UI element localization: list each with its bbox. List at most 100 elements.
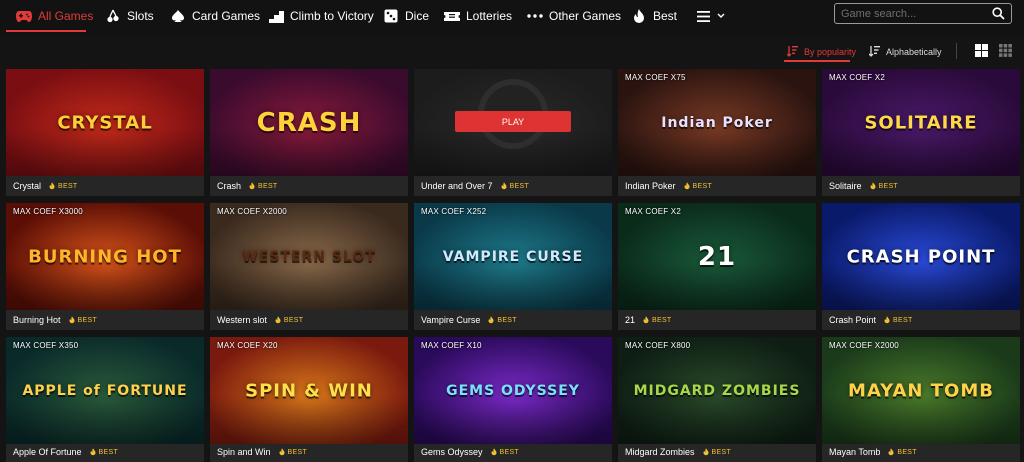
max-coef-label: MAX COEF X2 (625, 207, 681, 216)
game-card[interactable]: APPLE of FORTUNE MAX COEF X350 Apple Of Fo… (6, 337, 204, 462)
game-logo: MAYAN TOMB (848, 380, 994, 401)
max-coef-label: MAX COEF X2 (829, 73, 885, 82)
game-thumbnail[interactable]: MIDGARD ZOMBIES MAX COEF X800 (618, 337, 816, 444)
more-menu-button[interactable] (695, 0, 725, 32)
best-label: BEST (878, 182, 898, 190)
nav-label: Climb to Victory (290, 9, 374, 23)
nav-all-games[interactable]: All Games (16, 0, 93, 32)
game-thumbnail[interactable]: CRASH (210, 69, 408, 176)
game-thumbnail[interactable]: Indian Poker MAX COEF X75 (618, 69, 816, 176)
game-card[interactable]: SOLITAIRE MAX COEF X2 Solitaire BEST (822, 69, 1020, 196)
game-card[interactable]: SPIN & WIN MAX COEF X20 Spin and Win BEST (210, 337, 408, 462)
game-name: Under and Over 7 (421, 181, 493, 191)
nav-label: Dice (405, 9, 430, 23)
nav-best[interactable]: Best (631, 0, 677, 32)
game-caption: Western slot BEST (210, 310, 408, 330)
game-card[interactable]: WESTERN SLOT MAX COEF X2000 Western slot BE… (210, 203, 408, 330)
sort-alphabetically[interactable]: Alphabetically (868, 44, 942, 60)
game-name: Indian Poker (625, 181, 676, 191)
game-card[interactable]: CRASH Crash BEST (210, 69, 408, 196)
game-thumbnail[interactable]: CRASH POINT (822, 203, 1020, 310)
sort-desc-icon (786, 45, 798, 59)
best-badge: BEST (275, 316, 303, 324)
game-card[interactable]: MIDGARD ZOMBIES MAX COEF X800 Midgard Zomb… (618, 337, 816, 462)
best-label: BEST (497, 316, 517, 324)
game-caption: Indian Poker BEST (618, 176, 816, 196)
game-name: 21 (625, 315, 636, 325)
best-label: BEST (509, 182, 530, 190)
max-coef-label: MAX COEF X800 (625, 341, 691, 350)
max-coef-label: MAX COEF X3000 (13, 207, 83, 216)
game-card[interactable]: VAMPIRE CURSE MAX COEF X252 Vampire Curse B… (414, 203, 612, 330)
best-badge: BEST (249, 182, 277, 190)
game-logo: Indian Poker (661, 114, 773, 131)
game-card[interactable]: MAYAN TOMB MAX COEF X2000 Mayan Tomb BEST (822, 337, 1020, 462)
game-thumbnail[interactable]: CRYSTAL (6, 69, 204, 176)
search-icon[interactable] (992, 7, 1005, 20)
game-caption: Crash Point BEST (822, 310, 1020, 330)
game-caption: Burning Hot BEST (6, 310, 204, 330)
game-logo: MIDGARD ZOMBIES (633, 382, 801, 399)
game-thumbnail[interactable]: VAMPIRE CURSE MAX COEF X252 (414, 203, 612, 310)
game-logo: SPIN & WIN (245, 380, 373, 401)
game-card[interactable]: PLAY Under and Over 7 BEST (414, 69, 612, 196)
game-thumbnail[interactable]: MAYAN TOMB MAX COEF X2000 (822, 337, 1020, 444)
game-card[interactable]: Indian Poker MAX COEF X75 Indian Poker BEST (618, 69, 816, 196)
flame-icon (870, 182, 876, 190)
game-logo: SOLITAIRE (864, 112, 978, 133)
game-thumbnail[interactable]: BURNING HOT MAX COEF X3000 (6, 203, 204, 310)
best-label: BEST (287, 448, 308, 456)
best-label: BEST (692, 182, 713, 190)
flame-icon (279, 448, 285, 456)
game-thumbnail[interactable]: SOLITAIRE MAX COEF X2 (822, 69, 1020, 176)
best-label: BEST (652, 316, 672, 324)
dice-icon (383, 8, 399, 24)
game-thumbnail[interactable]: WESTERN SLOT MAX COEF X2000 (210, 203, 408, 310)
game-name: Vampire Curse (421, 315, 481, 325)
best-label: BEST (58, 182, 78, 190)
flame-icon (703, 448, 709, 456)
game-card[interactable]: CRYSTAL Crystal BEST (6, 69, 204, 196)
game-thumbnail[interactable]: APPLE of FORTUNE MAX COEF X350 (6, 337, 204, 444)
flame-icon (488, 316, 494, 324)
small-grid-view-button[interactable] (999, 44, 1013, 58)
game-logo: WESTERN SLOT (242, 248, 376, 265)
game-thumbnail[interactable]: 21 MAX COEF X2 (618, 203, 816, 310)
game-card[interactable]: BURNING HOT MAX COEF X3000 Burning Hot BEST (6, 203, 204, 330)
best-label: BEST (711, 448, 732, 456)
game-name: Gems Odyssey (421, 447, 483, 457)
sort-by-popularity[interactable]: By popularity (786, 44, 856, 60)
best-label: BEST (77, 316, 98, 324)
best-badge: BEST (870, 182, 898, 190)
max-coef-label: MAX COEF X10 (421, 341, 482, 350)
nav-card-games[interactable]: Card Games (170, 0, 260, 32)
search-input[interactable] (841, 6, 987, 21)
nav-label: Slots (127, 9, 154, 23)
game-logo: BURNING HOT (28, 246, 182, 267)
nav-climb-to-victory[interactable]: Climb to Victory (268, 0, 374, 32)
chevron-down-icon (717, 8, 725, 24)
game-thumbnail[interactable]: PLAY (414, 69, 612, 176)
game-card[interactable]: 21 MAX COEF X2 21 BEST (618, 203, 816, 330)
nav-lotteries[interactable]: Lotteries (444, 0, 512, 32)
game-name: Midgard Zombies (625, 447, 695, 457)
game-card[interactable]: CRASH POINT Crash Point BEST (822, 203, 1020, 330)
game-thumbnail[interactable]: GEMS ODYSSEY MAX COEF X10 (414, 337, 612, 444)
nav-other-games[interactable]: Other Games (527, 0, 621, 32)
game-caption: Crystal BEST (6, 176, 204, 196)
game-logo: CRASH POINT (846, 246, 996, 267)
game-name: Spin and Win (217, 447, 271, 457)
game-name: Crash Point (829, 315, 877, 325)
game-caption: Gems Odyssey BEST (414, 442, 612, 462)
nav-dice[interactable]: Dice (383, 0, 429, 32)
nav-slots[interactable]: Slots (105, 0, 154, 32)
best-badge: BEST (69, 316, 97, 324)
play-button[interactable]: PLAY (455, 111, 571, 132)
stairs-icon (268, 8, 284, 24)
best-badge: BEST (888, 448, 917, 456)
game-name: Crystal (13, 181, 42, 191)
game-card[interactable]: GEMS ODYSSEY MAX COEF X10 Gems Odyssey BEST (414, 337, 612, 462)
game-thumbnail[interactable]: SPIN & WIN MAX COEF X20 (210, 337, 408, 444)
best-badge: BEST (488, 316, 517, 324)
large-grid-view-button[interactable] (975, 44, 989, 58)
